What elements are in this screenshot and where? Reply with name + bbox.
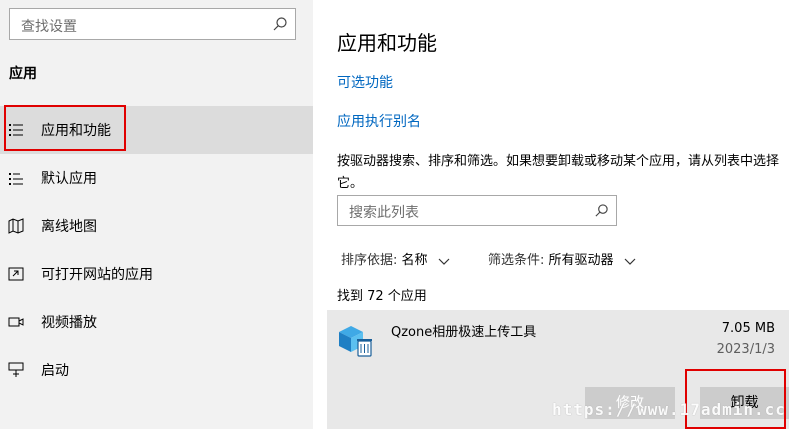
nav-item-video-playback[interactable]: 视频播放 [0,298,313,346]
nav-item-label: 可打开网站的应用 [41,267,153,283]
settings-search-box[interactable]: 查找设置 [9,8,296,40]
app-size: 7.05 MB [721,321,775,336]
app-count: 找到 72 个应用 [337,289,427,304]
app-execution-aliases-link[interactable]: 应用执行别名 [337,111,421,131]
search-icon[interactable] [594,203,609,218]
chevron-down-icon [438,258,450,265]
nav-item-apps-features[interactable]: 应用和功能 [0,106,313,154]
nav-item-startup[interactable]: 启动 [0,346,313,394]
watermark-text: https://www.17admin.cc [552,400,786,419]
nav-item-label: 应用和功能 [41,123,111,139]
settings-nav-pane: 查找设置 应用 应用和功能 默认应用 离线地图 可打开网站的应用 视频播放 启动 [0,0,313,429]
nav-section-heading: 应用 [9,66,37,82]
sort-label: 排序依据: [341,253,398,268]
qzone-uploader-icon [339,326,372,357]
settings-search-placeholder: 查找设置 [21,19,77,35]
startup-icon [8,362,24,377]
nav-item-default-apps[interactable]: 默认应用 [0,154,313,202]
nav-item-label: 启动 [41,363,69,379]
nav-item-label: 离线地图 [41,219,97,235]
nav-item-label: 视频播放 [41,315,97,331]
apps-features-page: 应用和功能 可选功能 应用执行别名 按驱动器搜索、排序和筛选。如果想要卸载或移动… [313,0,789,429]
app-list-search-input[interactable]: 搜索此列表 [337,195,617,226]
apps-features-icon [9,124,23,136]
sort-dropdown[interactable]: 排序依据: 名称 [341,249,450,268]
nav-item-label: 默认应用 [41,171,97,187]
video-playback-icon [8,317,24,327]
nav-item-apps-for-websites[interactable]: 可打开网站的应用 [0,250,313,298]
filter-dropdown[interactable]: 筛选条件: 所有驱动器 [488,249,636,268]
chevron-down-icon [624,258,636,265]
filter-label: 筛选条件: [488,253,545,268]
search-icon[interactable] [272,16,288,32]
sort-value: 名称 [401,253,428,268]
offline-maps-icon [8,218,24,234]
app-list-search-placeholder: 搜索此列表 [349,205,419,221]
default-apps-icon [9,173,23,185]
optional-features-link[interactable]: 可选功能 [337,72,393,92]
apps-for-websites-icon [8,267,24,281]
app-name: Qzone相册极速上传工具 [391,325,537,340]
app-install-date: 2023/1/3 [716,342,775,357]
filter-value: 所有驱动器 [548,253,614,268]
nav-item-offline-maps[interactable]: 离线地图 [0,202,313,250]
page-description: 按驱动器搜索、排序和筛选。如果想要卸载或移动某个应用，请从列表中选择它。 [337,154,780,191]
page-title: 应用和功能 [337,31,437,55]
